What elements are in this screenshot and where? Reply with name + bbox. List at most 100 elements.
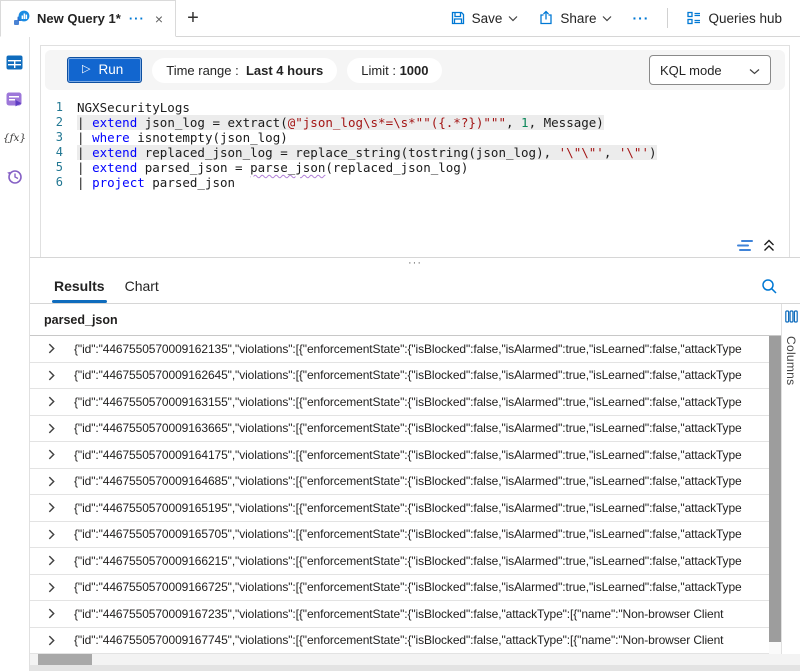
code-line: 6| project parsed_json [41, 175, 789, 190]
table-row[interactable]: {"id":"4467550570009165195","violations"… [30, 495, 781, 522]
kql-mode-dropdown[interactable]: KQL mode [649, 55, 771, 85]
table-row[interactable]: {"id":"4467550570009165705","violations"… [30, 522, 781, 549]
row-json-text: {"id":"4467550570009163155","violations"… [74, 395, 781, 409]
divider [667, 8, 668, 28]
collapse-editor-icon[interactable] [763, 239, 775, 252]
queries-hub-icon [686, 10, 702, 26]
chevron-down-icon [508, 15, 518, 22]
drag-handle-dots: ··· [408, 261, 422, 265]
adx-logo-icon [13, 10, 30, 27]
editor-footer [41, 237, 789, 257]
table-row[interactable]: {"id":"4467550570009166725","violations"… [30, 575, 781, 602]
line-number: 6 [41, 175, 77, 190]
row-json-text: {"id":"4467550570009162645","violations"… [74, 368, 781, 382]
columns-icon [785, 310, 798, 328]
chevron-down-icon [602, 15, 612, 22]
row-json-text: {"id":"4467550570009163665","violations"… [74, 421, 781, 435]
limit-label: Limit : [361, 63, 396, 78]
format-lines-icon[interactable] [737, 239, 753, 252]
tab-menu-icon[interactable]: ··· [128, 12, 146, 25]
tables-grid-icon[interactable] [6, 53, 24, 71]
columns-panel-toggle[interactable]: Columns [781, 304, 800, 654]
run-play-icon: ▷ [82, 64, 90, 75]
expand-row-icon[interactable] [46, 529, 57, 540]
chevron-down-icon [749, 63, 760, 78]
expand-row-icon[interactable] [46, 582, 57, 593]
tab-close-icon[interactable]: × [153, 12, 165, 26]
share-button[interactable]: Share [530, 4, 620, 32]
table-row[interactable]: {"id":"4467550570009167745","violations"… [30, 628, 781, 655]
line-number: 4 [41, 145, 77, 160]
row-json-text: {"id":"4467550570009165195","violations"… [74, 501, 781, 515]
expand-row-icon[interactable] [46, 449, 57, 460]
code-text: | extend parsed_json = parse_json(replac… [77, 160, 468, 175]
expand-row-icon[interactable] [46, 343, 57, 354]
table-row[interactable]: {"id":"4467550570009167235","violations"… [30, 601, 781, 628]
save-label: Save [472, 11, 503, 26]
table-row[interactable]: {"id":"4467550570009162135","violations"… [30, 336, 781, 363]
share-label: Share [560, 11, 596, 26]
functions-fx-icon[interactable]: {ƒx} [6, 129, 24, 147]
horizontal-scrollbar-thumb[interactable] [38, 654, 92, 665]
row-json-text: {"id":"4467550570009167745","violations"… [74, 633, 781, 647]
table-row[interactable]: {"id":"4467550570009166215","violations"… [30, 548, 781, 575]
results-grid: parsed_json {"id":"4467550570009162135",… [30, 304, 781, 654]
row-json-text: {"id":"4467550570009162135","violations"… [74, 342, 781, 356]
window-bottom-edge [30, 665, 800, 671]
tab-chart[interactable]: Chart [119, 270, 165, 303]
expand-row-icon[interactable] [46, 502, 57, 513]
code-line: 4| extend replaced_json_log = replace_st… [41, 145, 789, 160]
columns-panel-label: Columns [784, 336, 798, 385]
expand-row-icon[interactable] [46, 423, 57, 434]
results-tab-strip: Results Chart [30, 268, 800, 304]
column-header-parsed-json[interactable]: parsed_json [30, 304, 781, 336]
line-number: 1 [41, 100, 77, 115]
run-button[interactable]: ▷ Run [67, 57, 142, 83]
left-rail: {ƒx} [0, 37, 30, 671]
code-text: NGXSecurityLogs [77, 100, 190, 115]
limit-pill[interactable]: Limit : 1000 [347, 58, 442, 83]
table-row[interactable]: {"id":"4467550570009164685","violations"… [30, 469, 781, 496]
code-text: | project parsed_json [77, 175, 235, 190]
save-button[interactable]: Save [442, 4, 527, 32]
expand-row-icon[interactable] [46, 635, 57, 646]
expand-row-icon[interactable] [46, 608, 57, 619]
line-number: 2 [41, 115, 77, 130]
grid-rows: {"id":"4467550570009162135","violations"… [30, 336, 781, 654]
results-body: parsed_json {"id":"4467550570009162135",… [30, 304, 800, 654]
line-number: 5 [41, 160, 77, 175]
time-range-label: Time range : [166, 63, 239, 78]
history-clock-icon[interactable] [6, 167, 24, 185]
query-page-play-icon[interactable] [6, 91, 24, 109]
search-results-button[interactable] [753, 272, 786, 303]
line-number: 3 [41, 130, 77, 145]
code-lines: 1NGXSecurityLogs2| extend json_log = ext… [41, 100, 789, 190]
expand-row-icon[interactable] [46, 396, 57, 407]
code-line: 2| extend json_log = extract(@"json_log\… [41, 115, 789, 130]
vertical-scrollbar-thumb[interactable] [769, 336, 781, 642]
expand-row-icon[interactable] [46, 476, 57, 487]
run-label: Run [98, 62, 123, 77]
table-row[interactable]: {"id":"4467550570009162645","violations"… [30, 363, 781, 390]
time-range-pill[interactable]: Time range : Last 4 hours [152, 58, 337, 83]
vertical-scrollbar[interactable] [769, 336, 781, 654]
tab-results[interactable]: Results [48, 270, 111, 303]
query-tab[interactable]: New Query 1* ··· × [0, 0, 176, 37]
code-line: 3| where isnotempty(json_log) [41, 130, 789, 145]
main-panel: ▷ Run Time range : Last 4 hours Limit : … [30, 37, 800, 671]
more-actions-button[interactable]: ··· [624, 4, 657, 32]
table-row[interactable]: {"id":"4467550570009164175","violations"… [30, 442, 781, 469]
expand-row-icon[interactable] [46, 370, 57, 381]
panel-resize-handle[interactable]: ··· [30, 258, 800, 268]
share-icon [538, 10, 554, 26]
horizontal-scrollbar[interactable] [30, 654, 800, 665]
new-tab-button[interactable]: + [176, 0, 210, 36]
expand-row-icon[interactable] [46, 555, 57, 566]
code-text: | extend replaced_json_log = replace_str… [77, 145, 657, 160]
tab-bar: New Query 1* ··· × + Save [0, 0, 800, 37]
query-toolbar: ▷ Run Time range : Last 4 hours Limit : … [45, 50, 785, 90]
code-editor[interactable]: 1NGXSecurityLogs2| extend json_log = ext… [41, 94, 789, 237]
table-row[interactable]: {"id":"4467550570009163155","violations"… [30, 389, 781, 416]
table-row[interactable]: {"id":"4467550570009163665","violations"… [30, 416, 781, 443]
queries-hub-button[interactable]: Queries hub [678, 4, 790, 32]
